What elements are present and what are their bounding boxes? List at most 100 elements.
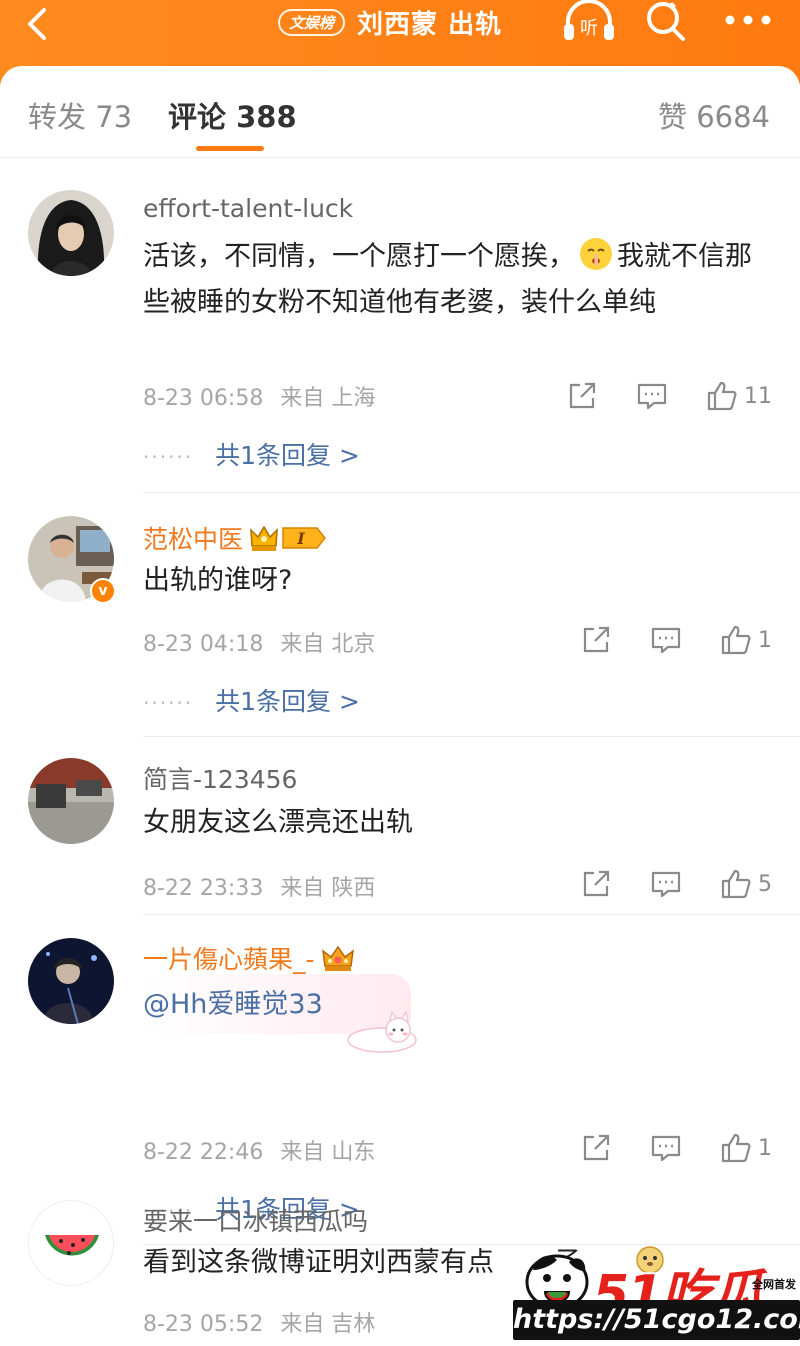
- like-button[interactable]: 11: [706, 380, 772, 412]
- comment-date: 8-22 22:46: [143, 1140, 264, 1165]
- divider: [143, 492, 800, 493]
- verified-badge-icon: v: [90, 578, 116, 604]
- username[interactable]: 范松中医 I: [143, 520, 327, 556]
- thumbs-up-icon: [707, 381, 737, 411]
- topic-tag: 文娱榜: [278, 8, 346, 36]
- cat-sticker-icon: [347, 1010, 417, 1053]
- share-button[interactable]: [580, 868, 612, 900]
- search-button[interactable]: [642, 0, 690, 44]
- listen-button[interactable]: 听: [560, 0, 618, 42]
- svg-text:I: I: [296, 529, 305, 548]
- username[interactable]: effort-talent-luck: [143, 194, 353, 223]
- share-button[interactable]: [566, 380, 598, 412]
- divider: [143, 914, 800, 915]
- comment-meta: 8-22 23:33 来自 陕西: [143, 870, 385, 902]
- tab-like[interactable]: 赞 6684: [658, 94, 770, 136]
- view-replies-link[interactable]: ······ 共1条回复 >: [143, 436, 360, 472]
- active-tab-indicator: [196, 146, 264, 151]
- comment-date: 8-23 04:18: [143, 632, 264, 657]
- comment-location: 来自 吉林: [280, 1312, 376, 1337]
- tab-repost-count: 73: [95, 100, 133, 134]
- back-button[interactable]: [18, 4, 58, 44]
- username[interactable]: 一片傷心蘋果_-: [143, 940, 355, 976]
- tab-like-count: 6684: [696, 100, 770, 134]
- comment-text: 出轨的谁呀?: [143, 565, 293, 596]
- content-panel: 转发 73 评论 388 赞 6684 effort-talent-luck 活…: [0, 66, 800, 1346]
- thumbs-up-icon: [721, 625, 751, 655]
- comment-actions: 1: [542, 622, 772, 658]
- comment-location: 来自 陕西: [280, 876, 376, 901]
- thumbs-up-icon: [721, 1133, 751, 1163]
- search-icon: [647, 2, 685, 41]
- like-count: 1: [758, 1135, 772, 1161]
- tab-repost[interactable]: 转发 73: [28, 94, 132, 136]
- chevron-left-icon: [28, 8, 46, 40]
- reply-button[interactable]: [650, 868, 682, 900]
- comment-location: 来自 山东: [280, 1140, 376, 1165]
- comment-meta: 8-22 22:46 来自 山东: [143, 1134, 385, 1166]
- replies-label: 共1条回复 >: [215, 687, 360, 716]
- like-button[interactable]: 5: [720, 868, 772, 900]
- tab-comment-label: 评论: [168, 100, 227, 134]
- topic-title-text: 刘西蒙 出轨: [357, 9, 503, 40]
- like-count: 1: [758, 627, 772, 653]
- crown-icon: [250, 525, 278, 551]
- share-icon: [583, 1134, 610, 1161]
- like-button[interactable]: 1: [720, 624, 772, 656]
- comment-text: 活该，不同情，一个愿打一个愿挨， 我就不信那些被睡的女粉不知道他有老婆，装什么单…: [143, 234, 773, 326]
- reply-button[interactable]: [636, 380, 668, 412]
- comment-icon: [651, 1135, 681, 1162]
- crown-icon: [321, 945, 354, 971]
- comment-icon: [651, 627, 681, 654]
- comment-item: v 范松中医 I 出轨的谁呀? 8-23 04:18 来自 北京 1 ·····…: [0, 510, 800, 760]
- like-count: 5: [758, 871, 772, 897]
- dots-icon: ······: [143, 691, 194, 715]
- comment-text-part: 活该，不同情，一个愿打一个愿挨，: [143, 241, 575, 272]
- username-text: 范松中医: [143, 525, 244, 554]
- mention-link[interactable]: @Hh爱睡觉33: [143, 982, 773, 1028]
- comment-date: 8-22 23:33: [143, 876, 264, 901]
- comment-actions: 5: [542, 866, 772, 902]
- tab-like-label: 赞: [657, 100, 687, 134]
- comment-location: 来自 上海: [280, 386, 376, 411]
- avatar[interactable]: [28, 1200, 114, 1286]
- more-dots-icon: [725, 15, 771, 25]
- username[interactable]: 要来一口冰镇西瓜吗: [143, 1202, 368, 1238]
- like-count: 11: [744, 383, 772, 409]
- more-button[interactable]: [722, 8, 774, 32]
- share-icon: [583, 870, 610, 897]
- tab-bar: 转发 73 评论 388 赞 6684: [0, 66, 800, 158]
- watermelon-icon: [29, 1201, 113, 1285]
- shush-emoji-icon: [580, 238, 612, 270]
- watermark: 51吃瓜 全网首发 https://51cgo12.com: [505, 1240, 800, 1346]
- watermark-url: https://51cgo12.com: [513, 1300, 800, 1340]
- avatar[interactable]: [28, 190, 114, 276]
- comment-actions: 11: [528, 378, 772, 414]
- comment-item: effort-talent-luck 活该，不同情，一个愿打一个愿挨， 我就不信…: [0, 184, 800, 514]
- reply-button[interactable]: [650, 1132, 682, 1164]
- view-replies-link[interactable]: ······ 共1条回复 >: [143, 682, 360, 718]
- avatar[interactable]: [28, 938, 114, 1024]
- tab-comment[interactable]: 评论 388: [168, 94, 297, 136]
- avatar[interactable]: [28, 758, 114, 844]
- reply-button[interactable]: [650, 624, 682, 656]
- username[interactable]: 简言-123456: [143, 760, 297, 796]
- replies-label: 共1条回复 >: [215, 441, 360, 470]
- comment-meta: 8-23 04:18 来自 北京: [143, 626, 385, 658]
- comment-item: 简言-123456 女朋友这么漂亮还出轨 8-22 23:33 来自 陕西 5: [0, 754, 800, 934]
- topic-title[interactable]: 文娱榜 刘西蒙 出轨: [278, 6, 503, 40]
- comment-meta: 8-23 06:58 来自 上海: [143, 380, 385, 412]
- comment-meta: 8-23 05:52 来自 吉林: [143, 1306, 385, 1338]
- tab-comment-count: 388: [236, 100, 297, 134]
- comment-text: 女朋友这么漂亮还出轨: [143, 807, 413, 838]
- dots-icon: ······: [143, 445, 194, 469]
- comment-date: 8-23 06:58: [143, 386, 264, 411]
- share-button[interactable]: [580, 624, 612, 656]
- comment-location: 来自 北京: [280, 632, 376, 657]
- like-button[interactable]: 1: [720, 1132, 772, 1164]
- share-button[interactable]: [580, 1132, 612, 1164]
- headphones-icon: 听: [564, 0, 614, 40]
- comment-item: 一片傷心蘋果_- @Hh爱睡觉33 8-22 22:46 来自 山东 1 ···…: [0, 934, 800, 1245]
- comment-date: 8-23 05:52: [143, 1312, 264, 1337]
- comment-text-part: 看到这条微博证明刘西蒙有点: [143, 1247, 494, 1278]
